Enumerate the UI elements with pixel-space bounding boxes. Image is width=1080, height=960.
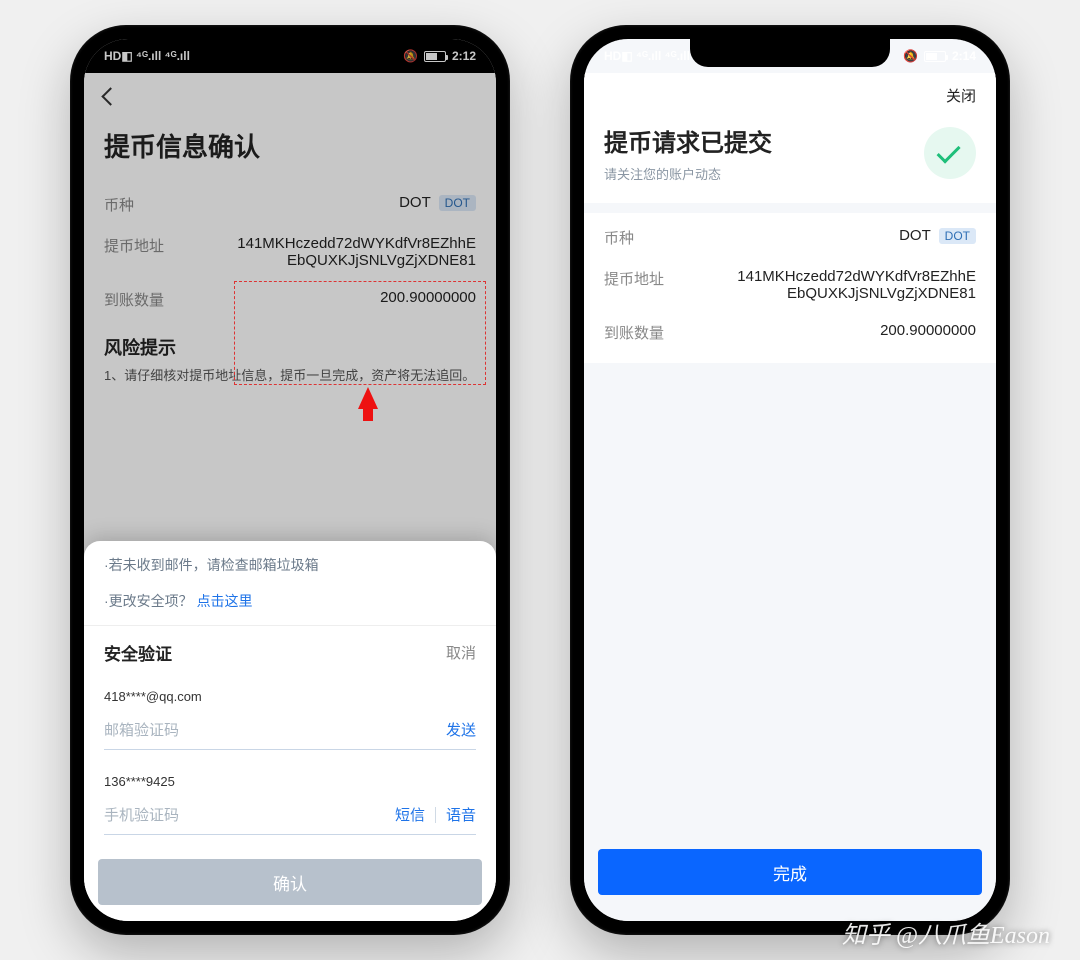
address-label: 提币地址 (104, 235, 164, 256)
success-title: 提币请求已提交 (604, 123, 772, 158)
cancel-button[interactable]: 取消 (446, 642, 476, 663)
amount-value: 200.90000000 (880, 322, 976, 339)
phone-masked: 136****9425 (104, 774, 476, 789)
done-button[interactable]: 完成 (598, 849, 982, 895)
mute-icon: 🔕 (403, 49, 418, 63)
confirm-button[interactable]: 确认 (98, 859, 482, 905)
page-title: 提币信息确认 (84, 119, 496, 184)
phone-left: HD◧ ⁴ᴳ.ıll ⁴ᴳ.ıll 🔕 2:12 提币信息确认 币种 (70, 25, 510, 935)
phone-code-input[interactable]: 手机验证码 短信 语音 (104, 795, 476, 835)
phone-right: HD◧ ⁴ᴳ.ıll ⁴ᴳ.ıll 🔕 2:14 关闭 提币请求已提交 请关注您… (570, 25, 1010, 935)
address-value: 141MKHczedd72dWYKdfVr8EZhhEEbQUXKJjSNLVg… (730, 268, 976, 302)
phone-code-placeholder: 手机验证码 (104, 804, 179, 825)
change-security-link[interactable]: 点击这里 (197, 593, 253, 609)
email-code-placeholder: 邮箱验证码 (104, 719, 179, 740)
risk-heading: 风险提示 (84, 320, 496, 366)
amount-value: 200.90000000 (380, 289, 476, 306)
email-masked: 418****@qq.com (104, 689, 476, 704)
status-time: 2:14 (952, 49, 976, 63)
notch (190, 39, 390, 67)
send-sms-button[interactable]: 短信 (395, 804, 425, 825)
coin-value: DOT DOT (899, 227, 976, 244)
battery-icon (924, 51, 946, 62)
sheet-note-2: ·更改安全项？ 点击这里 (84, 577, 496, 613)
coin-badge: DOT (439, 195, 476, 211)
risk-body: 1、请仔细核对提币地址信息，提币一旦完成，资产将无法追回。 (84, 366, 496, 387)
verification-sheet: ·若未收到邮件，请检查邮箱垃圾箱 ·更改安全项？ 点击这里 安全验证 取消 41… (84, 541, 496, 921)
status-time: 2:12 (452, 49, 476, 63)
success-check-icon (924, 127, 976, 179)
back-icon[interactable] (98, 84, 122, 108)
divider (435, 807, 436, 823)
sheet-note-1: ·若未收到邮件，请检查邮箱垃圾箱 (84, 541, 496, 577)
success-subtitle: 请关注您的账户动态 (604, 164, 772, 183)
send-email-code-button[interactable]: 发送 (446, 719, 476, 740)
sheet-title: 安全验证 (104, 640, 172, 665)
coin-label: 币种 (604, 227, 634, 248)
send-voice-button[interactable]: 语音 (446, 804, 476, 825)
close-button[interactable]: 关闭 (946, 85, 976, 106)
battery-icon (424, 51, 446, 62)
signal-icon: HD◧ ⁴ᴳ.ıll ⁴ᴳ.ıll (104, 49, 190, 63)
coin-label: 币种 (104, 194, 134, 215)
amount-label: 到账数量 (104, 289, 164, 310)
address-value: 141MKHczedd72dWYKdfVr8EZhhEEbQUXKJjSNLVg… (230, 235, 476, 269)
coin-value: DOT DOT (399, 194, 476, 211)
notch (690, 39, 890, 67)
address-label: 提币地址 (604, 268, 664, 289)
coin-badge: DOT (939, 228, 976, 244)
mute-icon: 🔕 (903, 49, 918, 63)
amount-label: 到账数量 (604, 322, 664, 343)
email-code-input[interactable]: 邮箱验证码 发送 (104, 710, 476, 750)
signal-icon: HD◧ ⁴ᴳ.ıll ⁴ᴳ.ıll (604, 49, 690, 63)
